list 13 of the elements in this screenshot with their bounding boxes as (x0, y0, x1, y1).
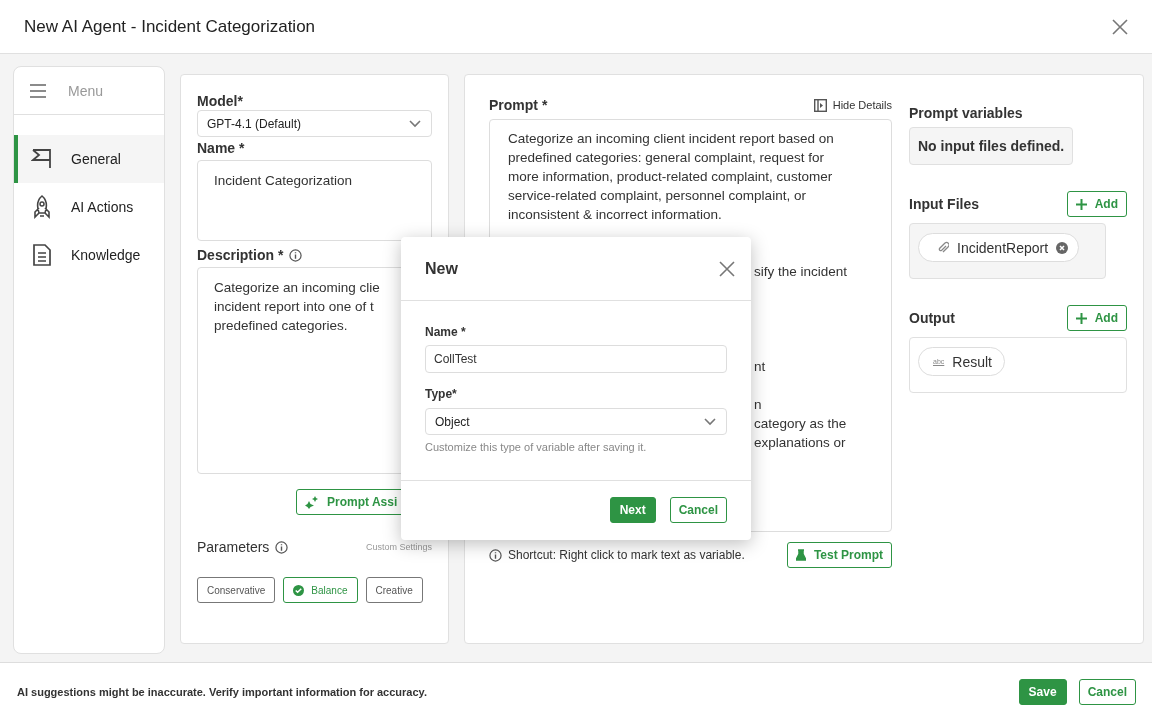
section-title: Input Files (909, 196, 979, 212)
disclaimer-text: AI suggestions might be inaccurate. Verify important information for accuracy. (17, 685, 427, 698)
field-label: Description * (197, 247, 284, 263)
field-label: Name * (197, 140, 246, 156)
menu-label: Menu (68, 82, 104, 99)
section-title: Prompt variables (909, 105, 1024, 121)
field-label: Prompt * (489, 97, 548, 113)
field-label: Model* (197, 93, 244, 109)
shortcut-hint: Shortcut: Right click to mark text as variable. (508, 548, 745, 562)
empty-message: No input files defined. (909, 127, 1074, 165)
section-title: Output (909, 310, 955, 326)
section-title: Parameters (197, 539, 270, 555)
window-title: New AI Agent - Incident Categorization (24, 16, 316, 37)
